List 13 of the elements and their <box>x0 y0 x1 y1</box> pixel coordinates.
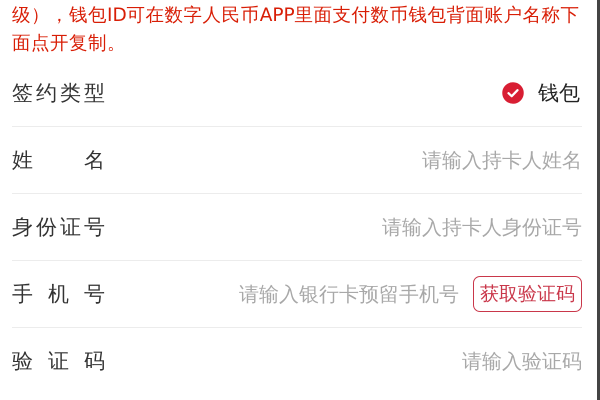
option-label[interactable]: 钱包 <box>538 79 580 107</box>
input-field[interactable]: 请输入持卡人身份证号 <box>105 215 582 239</box>
input-field[interactable]: 请输入持卡人姓名 <box>105 148 582 172</box>
input-field[interactable]: 请输入银行卡预留手机号 <box>209 282 459 306</box>
field-label: 姓 名 <box>12 147 105 174</box>
field-label: 身份证号 <box>12 214 105 241</box>
checkbox[interactable] <box>502 82 524 104</box>
field-label: 签约类型 <box>12 80 105 107</box>
get-code-button[interactable]: 获取验证码 <box>473 276 582 312</box>
field-label: 手 机 号 <box>12 281 105 308</box>
field-label: 验 证 码 <box>12 348 105 375</box>
notice-text: 级），钱包ID可在数字人民币APP里面支付数币钱包背面账户名称下面点开复制。 <box>11 4 581 56</box>
input-field[interactable]: 请输入验证码 <box>105 349 582 373</box>
